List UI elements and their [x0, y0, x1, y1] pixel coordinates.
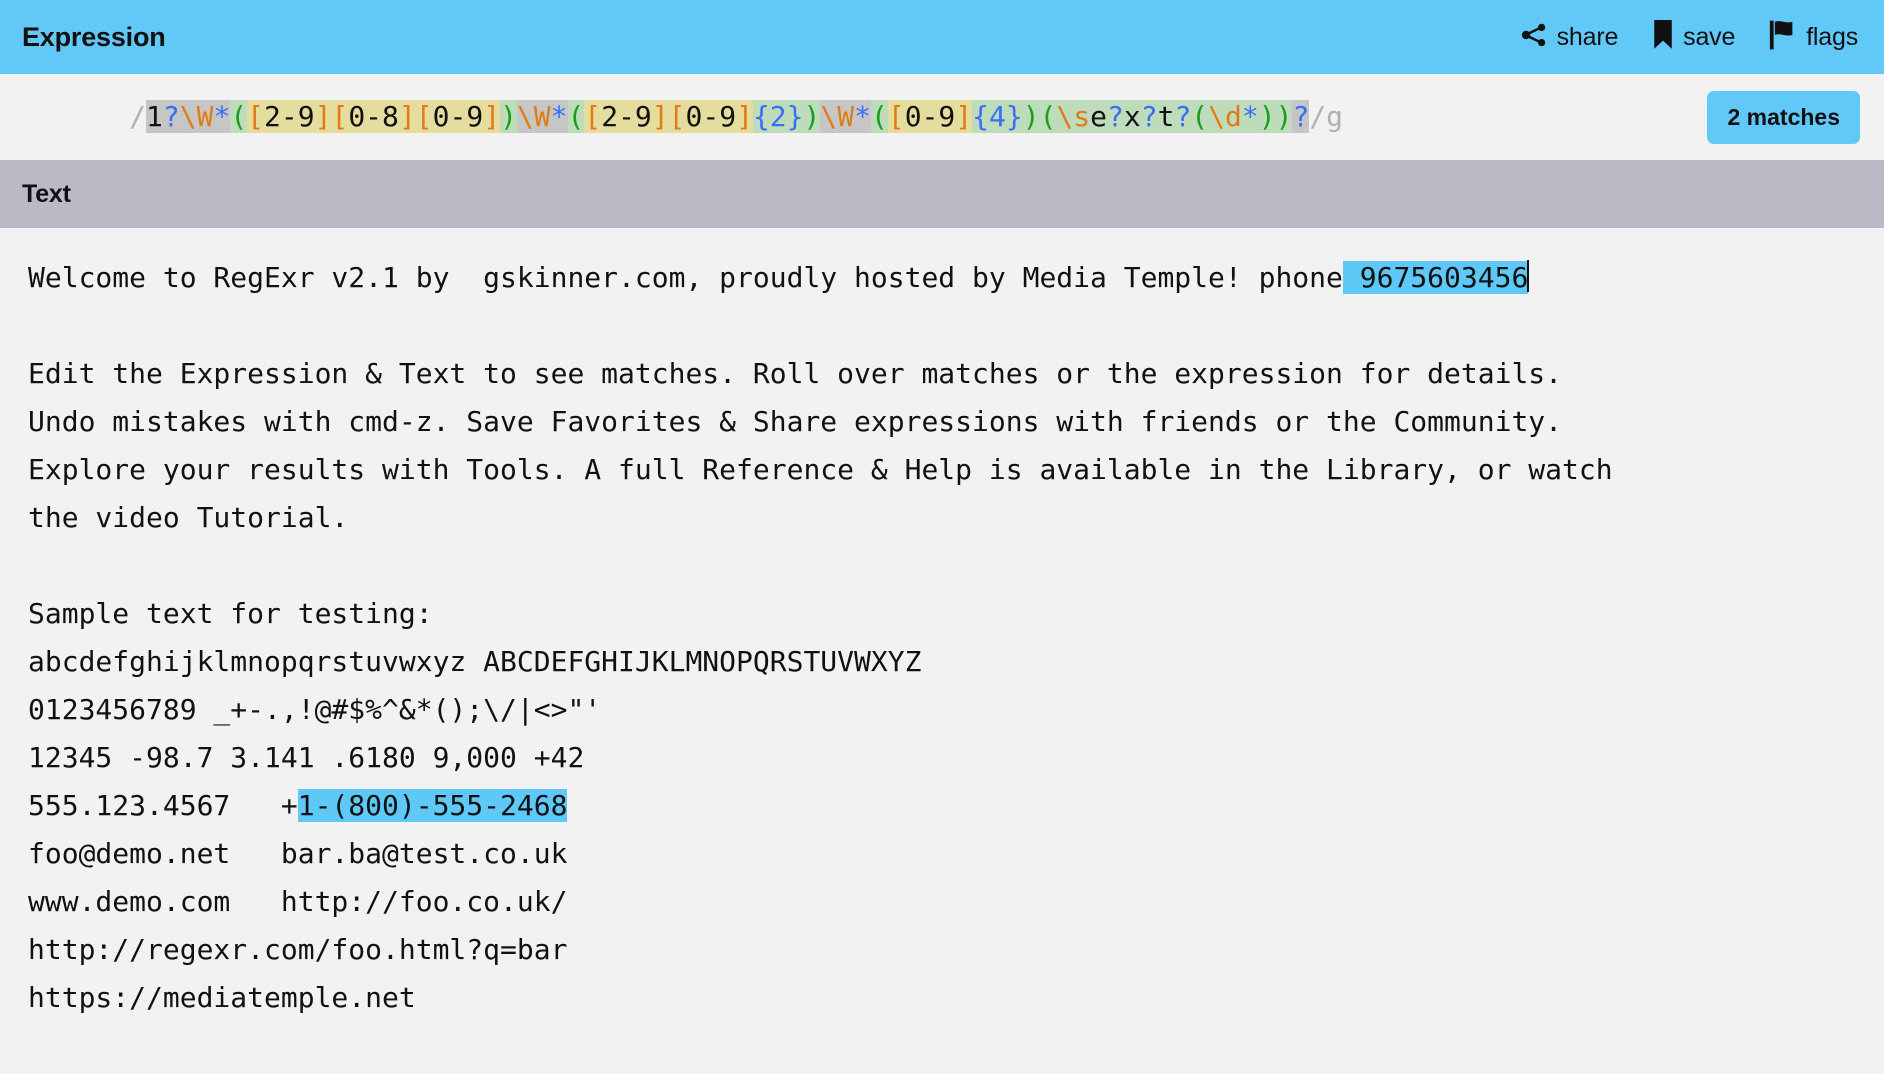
regex-token: 1: [146, 100, 163, 133]
regex-token: *: [550, 100, 568, 133]
regex-token: ]: [314, 100, 332, 133]
regex-token: ?: [162, 100, 180, 133]
regex-token: [: [887, 100, 905, 133]
regex-token: [: [415, 100, 433, 133]
regex-token: [: [584, 100, 602, 133]
regex-token: \W: [820, 100, 855, 133]
regex-token: ]: [483, 100, 501, 133]
regex-token: t: [1157, 100, 1175, 133]
regex-token: ): [1022, 100, 1040, 133]
regex-token-stream[interactable]: 1?\W*([2-9][0-8][0-9])\W*([2-9][0-9]{2})…: [146, 100, 1310, 133]
text-segment: Welcome to RegExr v2.1 by gskinner.com, …: [28, 261, 1343, 294]
regex-token: (: [1191, 100, 1209, 133]
regex-token: \d: [1208, 100, 1242, 133]
regex-token: 2-9: [264, 100, 315, 133]
regex-token: [: [668, 100, 686, 133]
regex-token: [: [331, 100, 349, 133]
regex-token: ): [1275, 100, 1293, 133]
match-count-badge[interactable]: 2 matches: [1707, 90, 1860, 144]
regex-token: (: [870, 100, 888, 133]
regex-token: ): [1258, 100, 1276, 133]
regex-token: 0-9: [685, 100, 737, 133]
text-input-area[interactable]: Welcome to RegExr v2.1 by gskinner.com, …: [0, 228, 1884, 1074]
regex-token: \W: [179, 100, 214, 133]
regex-token: *: [854, 100, 871, 133]
regex-token: 0-9: [904, 100, 956, 133]
regex-token: {2}: [752, 100, 804, 133]
regex-token: (: [230, 100, 248, 133]
regex-token: (: [1039, 100, 1057, 133]
regex-token: (: [567, 100, 585, 133]
regex-token: ]: [398, 100, 416, 133]
regex-open-delimiter: /: [129, 100, 147, 133]
regex-token: ?: [1140, 100, 1158, 133]
regex-token: \s: [1056, 100, 1091, 133]
regex-token: ?: [1292, 100, 1310, 133]
regex-token: e: [1090, 100, 1107, 133]
match-highlight[interactable]: 9675603456: [1342, 261, 1529, 294]
regex-token: ?: [1174, 100, 1192, 133]
regex-token: ): [803, 100, 821, 133]
regexr-app: Expression share save flags /1?\W*([2-9]…: [0, 0, 1884, 1074]
flag-icon: [1769, 20, 1797, 55]
regex-token: \W: [516, 100, 551, 133]
regex-token: 0-8: [348, 100, 399, 133]
regex-token: *: [213, 100, 231, 133]
match-highlight[interactable]: 1-(800)-555-2468: [297, 789, 568, 822]
flags-button[interactable]: flags: [1769, 20, 1858, 55]
text-segment: foo@demo.net bar.ba@test.co.uk www.demo.…: [28, 837, 568, 1014]
text-segment: Edit the Expression & Text to see matche…: [28, 357, 1613, 822]
expression-row: /1?\W*([2-9][0-8][0-9])\W*([2-9][0-9]{2}…: [0, 74, 1884, 160]
regex-token: 2-9: [601, 100, 652, 133]
regex-token: ]: [651, 100, 669, 133]
flags-label: flags: [1806, 22, 1858, 51]
regex-token: 0-9: [432, 100, 484, 133]
save-label: save: [1683, 22, 1736, 51]
text-caret: [1527, 260, 1530, 292]
regex-token: x: [1123, 100, 1141, 133]
regex-token: ]: [736, 100, 753, 133]
regex-token: ]: [955, 100, 973, 133]
regex-token: *: [1241, 100, 1259, 133]
regex-token: ?: [1107, 100, 1124, 133]
regex-token: ): [500, 100, 517, 133]
regex-token: [: [247, 100, 265, 133]
regex-flags[interactable]: g: [1326, 100, 1343, 133]
regex-token: {4}: [972, 100, 1023, 133]
regex-close-delimiter: /: [1309, 100, 1327, 133]
expression-input[interactable]: /1?\W*([2-9][0-8][0-9])\W*([2-9][0-9]{2}…: [0, 48, 1689, 186]
